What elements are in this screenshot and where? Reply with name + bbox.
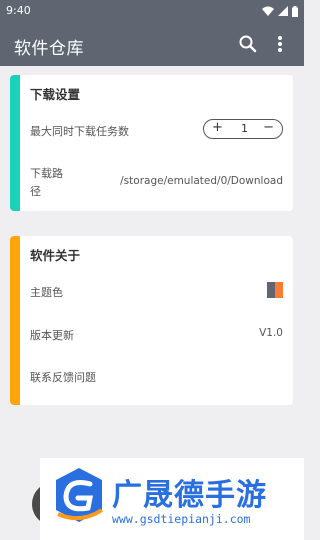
download-path-label-line2: 径	[30, 185, 41, 198]
more-vert-icon[interactable]	[270, 34, 290, 54]
theme-color-label[interactable]: 主题色	[30, 284, 63, 300]
decrement-button[interactable]: −	[263, 120, 274, 135]
card-accent-stripe	[10, 75, 20, 211]
theme-color-swatch[interactable]	[267, 282, 283, 298]
download-path-value[interactable]: /storage/emulated/0/Download	[120, 175, 283, 187]
app-bar: 软件仓库	[0, 22, 304, 66]
status-bar: 9:40	[0, 0, 304, 22]
watermark-url: www.gsdtiepianji.com	[112, 512, 251, 526]
max-tasks-value: 1	[241, 122, 248, 135]
wifi-icon	[262, 6, 274, 16]
version-update-label[interactable]: 版本更新	[30, 327, 74, 343]
download-settings-header: 下载设置	[30, 87, 81, 102]
card-accent-stripe	[10, 236, 20, 405]
download-settings-card: 下载设置 最大同时下载任务数 + 1 − 下载路 径 /storage/emul…	[10, 75, 293, 211]
watermark-brand: 广晟德手游	[112, 478, 267, 513]
increment-button[interactable]: +	[212, 120, 223, 135]
about-card: 软件关于 主题色 版本更新 V1.0 联系反馈问题	[10, 236, 293, 405]
battery-icon	[292, 5, 298, 17]
download-path-label-line1: 下载路	[30, 167, 63, 180]
signal-icon	[278, 6, 288, 16]
page-title: 软件仓库	[14, 39, 84, 59]
max-tasks-label: 最大同时下载任务数	[30, 125, 129, 138]
brand-logo-icon	[56, 468, 104, 522]
feedback-label[interactable]: 联系反馈问题	[30, 369, 96, 385]
max-tasks-stepper[interactable]: + 1 −	[203, 119, 283, 139]
search-icon[interactable]	[238, 34, 258, 54]
status-icons	[262, 5, 298, 17]
about-header: 软件关于	[30, 248, 81, 263]
version-value: V1.0	[259, 327, 283, 339]
status-time: 9:40	[6, 4, 31, 17]
watermark-overlay: 广晟德手游 www.gsdtiepianji.com	[40, 458, 304, 540]
